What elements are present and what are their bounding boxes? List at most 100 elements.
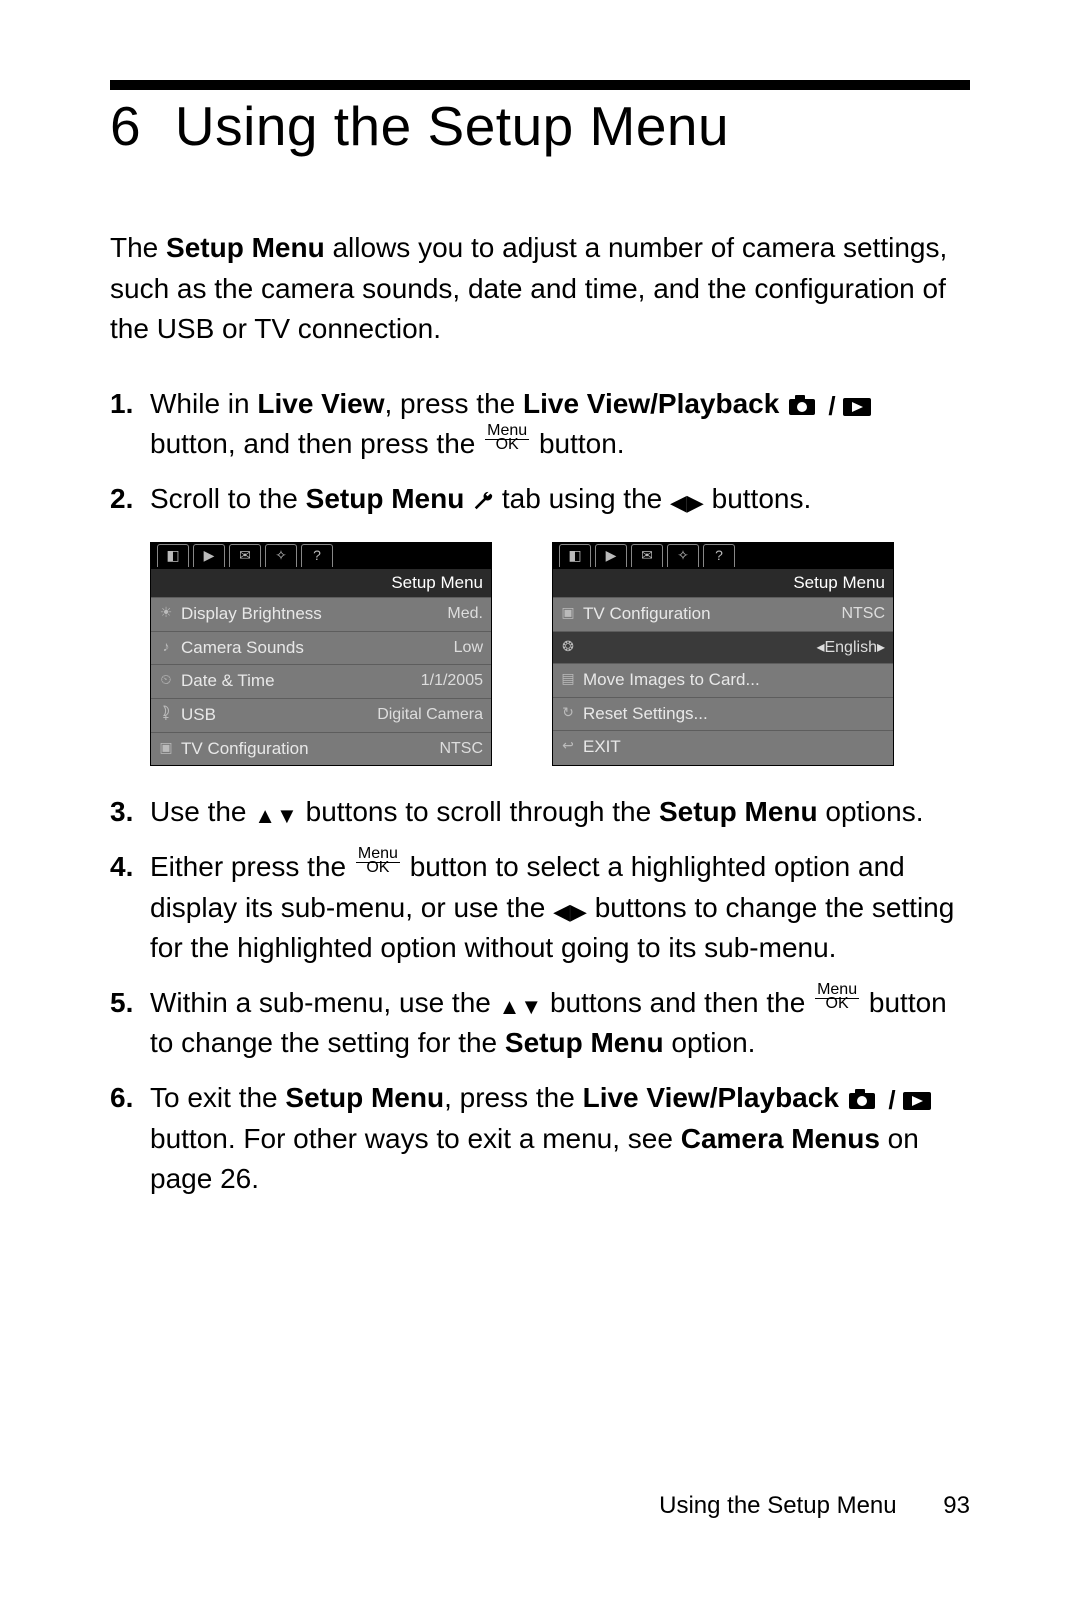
step5-setupmenu: Setup Menu bbox=[505, 1027, 664, 1058]
step-2: Scroll to the Setup Menu tab using the ◀… bbox=[110, 479, 970, 766]
brightness-icon: ☀ bbox=[157, 602, 175, 622]
menu-ok-icon: MenuOK bbox=[815, 983, 859, 1011]
step6-e: button. For other ways to exit a menu, s… bbox=[150, 1123, 681, 1154]
row-value: NTSC bbox=[439, 737, 483, 762]
menu-row: ⏲ Date & Time 1/1/2005 bbox=[151, 664, 491, 698]
tab-mail-icon: ✉ bbox=[631, 544, 663, 567]
page-number: 93 bbox=[943, 1492, 970, 1519]
menu-ok-icon: MenuOK bbox=[485, 424, 529, 452]
tv-icon: ▣ bbox=[157, 737, 175, 757]
menu-ok-bottom: OK bbox=[815, 997, 859, 1011]
menu-row: ↩ EXIT bbox=[553, 730, 893, 764]
tab-camera-icon: ◧ bbox=[559, 544, 591, 567]
left-right-arrows-icon: ◀▶ bbox=[670, 492, 704, 514]
row-label: Date & Time bbox=[181, 669, 275, 694]
row-label: USB bbox=[181, 703, 216, 728]
steps-list: While in Live View, press the Live View/… bbox=[110, 384, 970, 1200]
menu-row: ⯝ USB Digital Camera bbox=[151, 698, 491, 732]
menu-row: ♪Camera SoundsLow bbox=[151, 631, 491, 665]
row-value: ◂English▸ bbox=[816, 636, 885, 659]
step4-a: Either press the bbox=[150, 851, 354, 882]
step2-c: tab using the bbox=[502, 483, 670, 514]
tab-wrench-icon: ✧ bbox=[265, 544, 297, 567]
step6-a: To exit the bbox=[150, 1082, 285, 1113]
step3-setupmenu: Setup Menu bbox=[659, 796, 818, 827]
tab-help-icon: ? bbox=[301, 544, 333, 567]
tab-help-icon: ? bbox=[703, 544, 735, 567]
step1-e: button, and then press the bbox=[150, 428, 483, 459]
row-label: EXIT bbox=[583, 735, 621, 760]
chapter-heading: 6 Using the Setup Menu bbox=[110, 94, 970, 158]
menu-row-selected: ❂ ◂English▸ bbox=[553, 631, 893, 663]
footer-text: Using the Setup Menu bbox=[659, 1492, 896, 1519]
up-down-arrows-icon: ▲▼ bbox=[254, 805, 298, 827]
up-down-arrows-icon: ▲▼ bbox=[499, 996, 543, 1018]
tab-wrench-icon: ✧ bbox=[667, 544, 699, 567]
row-value: 1/1/2005 bbox=[421, 669, 483, 694]
tab-bar: ◧ ▶ ✉ ✧ ? bbox=[151, 543, 491, 569]
step2-a: Scroll to the bbox=[150, 483, 306, 514]
step-1: While in Live View, press the Live View/… bbox=[110, 384, 970, 465]
step-6: To exit the Setup Menu, press the Live V… bbox=[110, 1078, 970, 1200]
intro-pre: The bbox=[110, 232, 166, 263]
step3-d: options. bbox=[818, 796, 924, 827]
left-right-arrows-icon: ◀▶ bbox=[553, 901, 587, 923]
step5-b: buttons and then the bbox=[550, 987, 813, 1018]
tab-play-icon: ▶ bbox=[193, 544, 225, 567]
step3-b: buttons to scroll through the bbox=[306, 796, 659, 827]
menu-ok-bottom: OK bbox=[356, 861, 400, 875]
reset-icon: ↻ bbox=[559, 702, 577, 722]
step5-a: Within a sub-menu, use the bbox=[150, 987, 499, 1018]
step6-c: , press the bbox=[444, 1082, 583, 1113]
top-rule bbox=[110, 80, 970, 90]
step-5: Within a sub-menu, use the ▲▼ buttons an… bbox=[110, 983, 970, 1064]
tab-play-icon: ▶ bbox=[595, 544, 627, 567]
row-label: TV Configuration bbox=[181, 737, 309, 762]
menu-ok-icon: MenuOK bbox=[356, 847, 400, 875]
camera-play-icon: / bbox=[787, 393, 877, 419]
row-label: Display Brightness bbox=[181, 602, 322, 627]
chapter-number: 6 bbox=[110, 94, 141, 158]
tab-camera-icon: ◧ bbox=[157, 544, 189, 567]
svg-text:/: / bbox=[828, 393, 835, 419]
step1-f: button. bbox=[539, 428, 625, 459]
step-3: Use the ▲▼ buttons to scroll through the… bbox=[110, 792, 970, 833]
camera-play-icon: / bbox=[847, 1087, 937, 1113]
intro-bold: Setup Menu bbox=[166, 232, 325, 263]
usb-icon: ⯝ bbox=[157, 703, 175, 723]
page-footer: Using the Setup Menu 93 bbox=[659, 1492, 970, 1520]
globe-icon: ❂ bbox=[559, 636, 577, 656]
step1-liveview: Live View bbox=[257, 388, 384, 419]
step6-lvpb: Live View/Playback bbox=[583, 1082, 839, 1113]
step3-a: Use the bbox=[150, 796, 254, 827]
step6-cameramenus: Camera Menus bbox=[681, 1123, 880, 1154]
clock-icon: ⏲ bbox=[157, 669, 175, 689]
screenshot-title: Setup Menu bbox=[151, 569, 491, 598]
chapter-title: Using the Setup Menu bbox=[175, 95, 729, 157]
menu-row: ☀ Display Brightness Med. bbox=[151, 597, 491, 631]
svg-text:/: / bbox=[888, 1087, 895, 1113]
screenshot-pair: ◧ ▶ ✉ ✧ ? Setup Menu ☀ Display Brightness… bbox=[150, 542, 970, 767]
step5-e: option. bbox=[664, 1027, 756, 1058]
menu-row: ▤Move Images to Card... bbox=[553, 663, 893, 697]
tv-icon: ▣ bbox=[559, 602, 577, 622]
menu-ok-bottom: OK bbox=[485, 438, 529, 452]
row-label: TV Configuration bbox=[583, 602, 711, 627]
menu-row: ▣ TV Configuration NTSC bbox=[151, 732, 491, 766]
row-label: Move Images to Card... bbox=[583, 668, 760, 693]
row-value: Med. bbox=[447, 602, 483, 627]
step-4: Either press the MenuOK button to select… bbox=[110, 847, 970, 969]
menu-row: ▣ TV Configuration NTSC bbox=[553, 597, 893, 631]
screenshot-left: ◧ ▶ ✉ ✧ ? Setup Menu ☀ Display Brightness… bbox=[150, 542, 492, 767]
exit-icon: ↩ bbox=[559, 735, 577, 755]
screenshot-title: Setup Menu bbox=[553, 569, 893, 598]
step1-lvpb: Live View/Playback bbox=[523, 388, 779, 419]
step2-setupmenu: Setup Menu bbox=[306, 483, 465, 514]
step2-d: buttons. bbox=[712, 483, 812, 514]
row-label: Camera Sounds bbox=[181, 636, 304, 661]
sound-icon: ♪ bbox=[157, 636, 175, 656]
wrench-icon bbox=[472, 483, 494, 524]
row-value: NTSC bbox=[841, 602, 885, 627]
intro-paragraph: The Setup Menu allows you to adjust a nu… bbox=[110, 228, 970, 350]
row-value: Digital Camera bbox=[377, 703, 483, 728]
